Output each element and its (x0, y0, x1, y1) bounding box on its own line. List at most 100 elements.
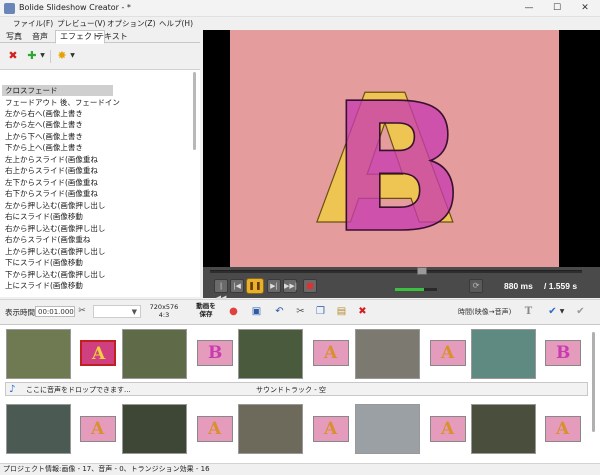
add-effect-button[interactable]: ✚ (25, 48, 39, 64)
first-frame-button[interactable]: |◀◀ (214, 279, 228, 302)
pause-button[interactable]: ❚❚ (246, 278, 264, 294)
list-item[interactable]: 右上からスライド(画像重ね (5, 165, 191, 176)
effect-item-selected[interactable]: クロスフェード (2, 85, 113, 96)
list-item[interactable]: フェードアウト 後、フェードイン (5, 97, 191, 108)
preview-canvas: A B (230, 30, 559, 267)
text-tool-icon[interactable]: T (522, 305, 535, 318)
slide-thumbnail[interactable] (122, 404, 187, 454)
list-item[interactable]: 右からスライド(画像重ね (5, 234, 191, 245)
menu-preview[interactable]: プレビュー(V) (54, 17, 108, 30)
transition-thumbnail[interactable]: A (313, 340, 349, 366)
timeline-scroll-thumb[interactable] (592, 332, 595, 432)
effect-list-scroll-thumb[interactable] (193, 72, 196, 150)
transition-thumbnail[interactable]: A (430, 340, 466, 366)
stop-button[interactable] (303, 279, 317, 293)
volume-level (395, 288, 425, 291)
slide-thumbnail[interactable] (355, 404, 420, 454)
transition-letter: A (324, 343, 338, 363)
seek-thumb[interactable] (417, 267, 428, 275)
check-dropdown-icon[interactable]: ▼ (558, 305, 566, 318)
next-frame-button[interactable]: ▶| (267, 279, 281, 293)
list-item[interactable]: 下から上へ(画像上書き (5, 142, 191, 153)
list-item[interactable]: 上から押し込む(画像押し出し (5, 246, 191, 257)
transition-thumbnail[interactable]: B (545, 340, 581, 366)
loop-button[interactable]: ⟳ (469, 279, 483, 293)
slide-thumbnail[interactable] (6, 329, 71, 379)
menu-options[interactable]: オプション(Z) (104, 17, 159, 30)
soundtrack-row[interactable]: ♪ ここに音声をドロップできます... サウンドトラック - 空 (5, 382, 588, 396)
delete-effect-button[interactable]: ✖ (6, 48, 20, 64)
menu-help[interactable]: ヘルプ(H) (156, 17, 196, 30)
duration-label: 表示時間 (5, 308, 35, 317)
toolbar-divider (50, 50, 51, 63)
tab-photos[interactable]: 写真 (2, 31, 26, 43)
effects-toolbar: ✖ ✚ ▼ ✸ ▼ (0, 44, 200, 68)
project-info: プロジェクト情報:画像 - 17、音声 - 0、トランジション効果 - 16 (3, 465, 210, 473)
aspect-dropdown[interactable]: ▼ (93, 305, 141, 318)
record-icon[interactable]: ● (227, 305, 240, 318)
effect-list[interactable]: クロスフェード フェードアウト 後、フェードイン 左から右へ(画像上書き 右から… (0, 69, 200, 297)
tab-audio[interactable]: 音声 (28, 31, 52, 43)
list-item[interactable]: 右にスライド(画像移動 (5, 211, 191, 222)
list-item[interactable]: 下にスライド(画像移動 (5, 257, 191, 268)
soundtrack-label: サウンドトラック - 空 (256, 386, 326, 394)
save-project-icon[interactable]: ▣ (250, 305, 263, 318)
transition-thumbnail[interactable]: A (80, 416, 116, 442)
maximize-button[interactable]: ☐ (543, 0, 571, 17)
slide-thumbnail[interactable] (471, 404, 536, 454)
transition-thumbnail[interactable]: B (197, 340, 233, 366)
stop-icon (307, 283, 313, 289)
slide-thumbnail[interactable] (238, 404, 303, 454)
slide-thumbnail[interactable] (238, 329, 303, 379)
window-title: Bolide Slideshow Creator - * (19, 3, 131, 12)
transition-thumbnail-selected[interactable]: A (80, 340, 116, 366)
pin-icon[interactable]: ✂ (77, 305, 87, 318)
last-frame-button[interactable]: ▶▶| (283, 279, 297, 293)
slide-thumbnail[interactable] (471, 329, 536, 379)
transition-thumbnail[interactable]: A (197, 416, 233, 442)
list-item[interactable]: 左から右へ(画像上書き (5, 108, 191, 119)
transition-letter: A (208, 419, 222, 439)
duration-input[interactable]: 00:01.000 (35, 306, 75, 317)
timeline-mode-label: 時間(映像→音声) (458, 308, 512, 316)
transition-thumbnail[interactable]: A (430, 416, 466, 442)
transition-thumbnail[interactable]: A (545, 416, 581, 442)
slide-thumbnail[interactable] (355, 329, 420, 379)
preview-graphic: A B (315, 56, 466, 267)
prev-frame-button[interactable]: |◀ (230, 279, 244, 293)
transition-thumbnail[interactable]: A (313, 416, 349, 442)
list-item[interactable]: 下から押し込む(画像押し出し (5, 269, 191, 280)
list-item[interactable]: 右下からスライド(画像重ね (5, 188, 191, 199)
paste-icon[interactable]: ▤ (335, 305, 348, 318)
delete-slide-icon[interactable]: ✖ (356, 305, 369, 318)
list-item[interactable]: 上にスライド(画像移動 (5, 280, 191, 291)
list-item[interactable]: 右から押し込む(画像押し出し (5, 223, 191, 234)
copy-icon[interactable]: ❐ (314, 305, 327, 318)
apply-all-icon[interactable]: ✔ (574, 305, 587, 318)
menu-file[interactable]: ファイル(F) (10, 17, 56, 30)
seek-track[interactable] (210, 270, 582, 273)
undo-icon[interactable]: ↶ (273, 305, 286, 318)
transition-letter: B (208, 343, 223, 363)
transition-letter: A (324, 419, 338, 439)
resolution-ratio: 4:3 (158, 311, 170, 319)
minimize-button[interactable]: — (515, 0, 543, 17)
save-video-button[interactable]: 動画を 保存 (191, 302, 221, 318)
auto-effect-dropdown-icon[interactable]: ▼ (69, 48, 76, 64)
resolution-size: 720x576 (149, 303, 179, 311)
list-item[interactable]: 左下からスライド(画像重ね (5, 177, 191, 188)
save-video-label-1: 動画を (196, 302, 216, 310)
list-item[interactable]: 上から下へ(画像上書き (5, 131, 191, 142)
cut-icon[interactable]: ✂ (294, 305, 307, 318)
add-effect-dropdown-icon[interactable]: ▼ (39, 48, 46, 64)
slide-thumbnail[interactable] (6, 404, 71, 454)
list-item[interactable]: 左から押し込む(画像押し出し (5, 200, 191, 211)
tab-text[interactable]: テキスト (92, 31, 132, 43)
slide-thumbnail[interactable] (122, 329, 187, 379)
auto-effect-button[interactable]: ✸ (55, 48, 69, 64)
preview-letter-front: B (330, 65, 466, 267)
close-button[interactable]: ✕ (571, 0, 599, 17)
list-item[interactable]: 左上からスライド(画像重ね (5, 154, 191, 165)
resolution-label: 720x576 4:3 (146, 303, 182, 319)
list-item[interactable]: 右から左へ(画像上書き (5, 119, 191, 130)
